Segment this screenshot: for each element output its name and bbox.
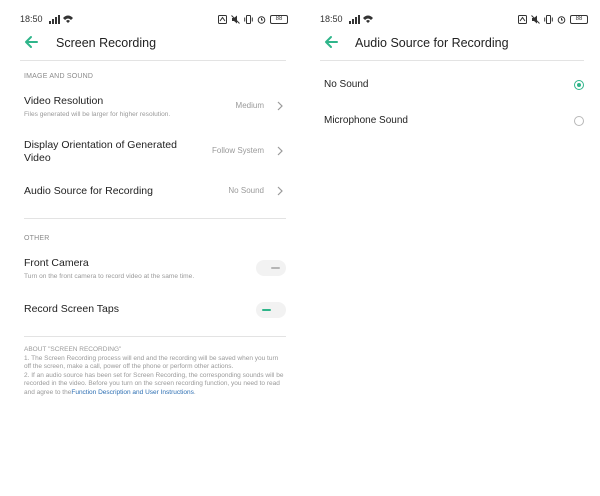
audio-source-screen: 18:50 88 Audio Source for Recording No S… — [300, 0, 600, 496]
screen-recording-settings-screen: 18:50 88 Screen Recording IMAGE AND SOUN… — [0, 0, 300, 496]
audio-source-row[interactable]: Audio Source for Recording No Sound — [24, 185, 286, 199]
front-camera-toggle[interactable] — [256, 260, 286, 276]
title-bar: Screen Recording — [20, 30, 286, 56]
option-no-sound[interactable]: No Sound — [324, 77, 584, 95]
chevron-right-icon — [277, 101, 283, 111]
signal-icon — [349, 15, 373, 24]
display-orientation-value: Follow System — [211, 146, 264, 155]
video-resolution-row[interactable]: Video Resolution Files generated will be… — [24, 95, 286, 121]
display-orientation-label: Display Orientation of Generated Video — [24, 139, 177, 164]
option-label: Microphone Sound — [324, 115, 408, 126]
chevron-right-icon — [277, 186, 283, 196]
vibrate-icon — [544, 14, 553, 24]
front-camera-label: Front Camera — [24, 257, 89, 269]
function-description-link[interactable]: Function Description and User Instructio… — [71, 389, 193, 396]
status-bar: 18:50 88 — [20, 13, 288, 27]
battery-icon: 88 — [570, 14, 588, 24]
back-arrow-icon[interactable] — [24, 35, 38, 49]
option-microphone-sound[interactable]: Microphone Sound — [324, 113, 584, 131]
record-screen-taps-toggle[interactable] — [256, 302, 286, 318]
page-title: Audio Source for Recording — [355, 36, 509, 50]
section-header-other: OTHER — [24, 235, 50, 242]
display-orientation-row[interactable]: Display Orientation of Generated Video F… — [24, 139, 286, 165]
alarm-icon — [257, 15, 266, 24]
back-arrow-icon[interactable] — [324, 35, 338, 49]
section-header-image-sound: IMAGE AND SOUND — [24, 73, 94, 80]
video-resolution-value: Medium — [235, 101, 264, 110]
status-time: 18:50 — [320, 14, 343, 24]
radio-unselected-icon[interactable] — [574, 116, 584, 126]
title-divider — [20, 60, 286, 61]
vibrate-icon — [244, 14, 253, 24]
option-label: No Sound — [324, 79, 369, 90]
record-screen-taps-row: Record Screen Taps — [24, 302, 286, 318]
title-bar: Audio Source for Recording — [320, 30, 586, 56]
about-screen-recording: ABOUT "SCREEN RECORDING" 1. The Screen R… — [24, 346, 286, 397]
about-item-1: 1. The Screen Recording process will end… — [24, 354, 279, 371]
about-item-2: 2. If an audio source has been set for S… — [24, 372, 286, 398]
status-time: 18:50 — [20, 14, 43, 24]
title-divider — [320, 60, 584, 61]
mute-icon — [531, 14, 540, 24]
about-divider — [24, 336, 286, 337]
nfc-icon — [518, 14, 527, 24]
about-item-2-end: . — [193, 388, 196, 396]
radio-selected-icon[interactable] — [574, 80, 584, 90]
section-divider — [24, 218, 286, 219]
page-title: Screen Recording — [56, 36, 157, 50]
about-heading: ABOUT "SCREEN RECORDING" — [24, 346, 122, 353]
status-icons: 88 — [518, 13, 588, 25]
video-resolution-description: Files generated will be larger for highe… — [24, 111, 171, 118]
nfc-icon — [218, 14, 227, 24]
front-camera-row: Front Camera Turn on the front camera to… — [24, 257, 286, 283]
alarm-icon — [557, 15, 566, 24]
mute-icon — [231, 14, 240, 24]
signal-icon — [49, 15, 73, 24]
status-icons: 88 — [218, 13, 288, 25]
battery-icon: 88 — [270, 14, 288, 24]
front-camera-description: Turn on the front camera to record video… — [24, 273, 195, 280]
record-screen-taps-label: Record Screen Taps — [24, 303, 119, 315]
status-bar: 18:50 88 — [320, 13, 588, 27]
audio-source-value: No Sound — [228, 186, 264, 195]
chevron-right-icon — [277, 146, 283, 156]
